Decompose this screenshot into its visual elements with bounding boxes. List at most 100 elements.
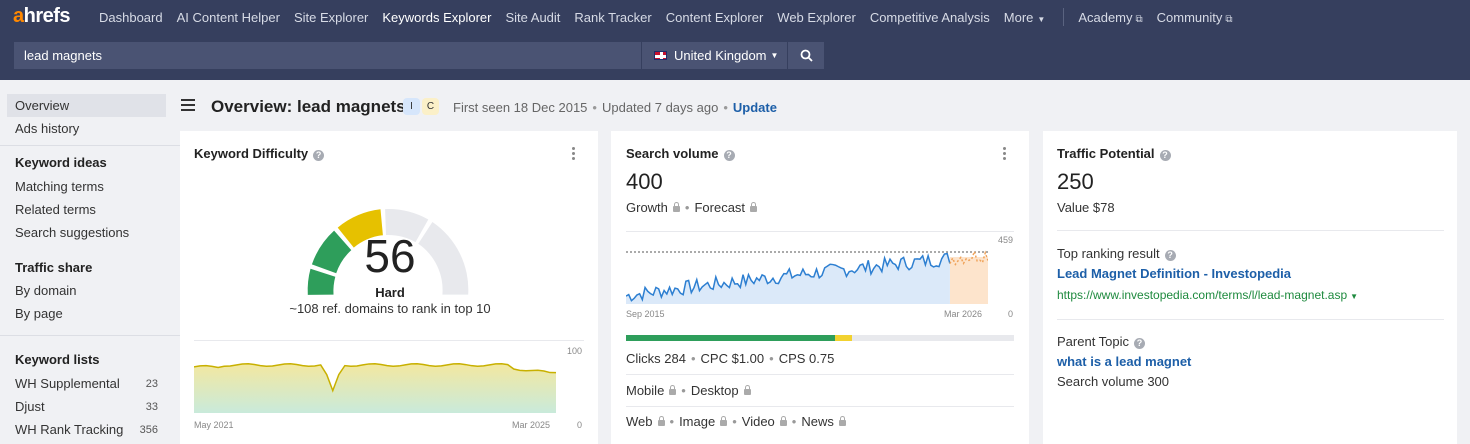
- sidebar-item-list-wh-supplemental[interactable]: WH Supplemental 23: [7, 372, 166, 395]
- divider: [626, 374, 1014, 375]
- nav-academy[interactable]: Academy ⧉: [1078, 10, 1142, 25]
- tp-value: 250: [1057, 169, 1094, 194]
- page-title: Overview: lead magnets: [211, 97, 406, 116]
- sidebar-item-list-djust[interactable]: Djust 33: [7, 395, 166, 418]
- kebab-menu-icon[interactable]: [1003, 147, 1007, 162]
- keyword-search-input[interactable]: [14, 42, 641, 69]
- country-selector[interactable]: United Kingdom ▼: [642, 42, 787, 69]
- search-button[interactable]: [788, 42, 824, 69]
- kd-chart-ymin: 0: [577, 420, 583, 430]
- nav-web-explorer[interactable]: Web Explorer: [777, 10, 856, 25]
- divider: [1057, 230, 1444, 231]
- nav-site-audit[interactable]: Site Audit: [505, 10, 560, 25]
- list-label: WH Rank Tracking: [15, 422, 124, 437]
- list-label: WH Supplemental: [15, 376, 120, 391]
- top-result-url[interactable]: https://www.investopedia.com/terms/l/lea…: [1057, 288, 1347, 302]
- kd-chart-xend: Mar 2025: [512, 420, 551, 430]
- kd-title: Keyword Difficulty?: [194, 146, 325, 161]
- list-count: 33: [145, 400, 158, 413]
- nav-divider: [1063, 8, 1065, 26]
- lock-icon: [743, 385, 751, 395]
- lock-icon: [750, 202, 758, 212]
- lock-icon: [720, 416, 728, 426]
- country-label: United Kingdom: [674, 48, 767, 63]
- intent-badge-commercial: C: [422, 98, 439, 115]
- sv-chart-ymin: 0: [1008, 309, 1014, 319]
- web-label[interactable]: Web: [626, 414, 653, 429]
- clicks-segment: [626, 335, 835, 341]
- nav-community-label: Community: [1156, 9, 1223, 25]
- sidebar-item-list-wh-rank-tracking[interactable]: WH Rank Tracking 356: [7, 418, 166, 441]
- kebab-menu-icon[interactable]: [572, 147, 576, 162]
- sidebar-item-ads-history[interactable]: Ads history: [7, 117, 166, 140]
- sidebar-heading-traffic-share: Traffic share: [15, 260, 93, 275]
- menu-icon[interactable]: [181, 99, 195, 114]
- sv-chart-xstart: Sep 2015: [626, 309, 665, 319]
- tp-value-usd: Value $78: [1057, 200, 1115, 215]
- news-label[interactable]: News: [801, 414, 834, 429]
- nav-site-explorer[interactable]: Site Explorer: [294, 10, 368, 25]
- help-icon[interactable]: ?: [1134, 338, 1146, 349]
- nav-community[interactable]: Community ⧉: [1157, 10, 1233, 25]
- top-result-label-text: Top ranking result: [1057, 246, 1160, 261]
- sv-click-metrics: Clicks 284 • CPC $1.00 • CPS 0.75: [626, 351, 835, 366]
- parent-topic-link[interactable]: what is a lead magnet: [1057, 354, 1191, 369]
- cps: CPS 0.75: [778, 351, 835, 366]
- sidebar-item-by-page[interactable]: By page: [7, 302, 166, 325]
- kd-title-text: Keyword Difficulty: [194, 146, 309, 161]
- update-link[interactable]: Update: [733, 100, 777, 115]
- sidebar-item-overview[interactable]: Overview: [7, 94, 166, 117]
- nav-keywords-explorer[interactable]: Keywords Explorer: [382, 10, 491, 25]
- sidebar-item-by-domain[interactable]: By domain: [7, 279, 166, 302]
- top-result-title-link[interactable]: Lead Magnet Definition - Investopedia: [1057, 266, 1291, 281]
- nav-rank-tracker[interactable]: Rank Tracker: [574, 10, 651, 25]
- nav-ai-content-helper[interactable]: AI Content Helper: [177, 10, 280, 25]
- sidebar-item-related-terms[interactable]: Related terms: [7, 198, 166, 221]
- sv-title-text: Search volume: [626, 146, 719, 161]
- nav-more[interactable]: More ▼: [1004, 10, 1046, 25]
- desktop-label[interactable]: Desktop: [691, 383, 739, 398]
- video-label[interactable]: Video: [742, 414, 775, 429]
- traffic-potential-card: Traffic Potential? 250 Value $78 Top ran…: [1043, 131, 1457, 444]
- divider: [626, 406, 1014, 407]
- forecast-label[interactable]: Forecast: [694, 200, 745, 215]
- cpc: CPC $1.00: [700, 351, 765, 366]
- sv-area: [626, 253, 950, 304]
- lock-icon: [657, 416, 665, 426]
- tp-title-text: Traffic Potential: [1057, 146, 1155, 161]
- list-count: 356: [139, 423, 158, 436]
- sidebar-item-search-suggestions[interactable]: Search suggestions: [7, 221, 166, 244]
- list-count: 23: [145, 377, 158, 390]
- help-icon[interactable]: ?: [723, 150, 735, 161]
- kd-score: 56: [364, 230, 416, 282]
- top-result-label: Top ranking result?: [1057, 246, 1176, 261]
- kd-level: Hard: [375, 285, 405, 300]
- sidebar-divider: [0, 335, 180, 336]
- nav-content-explorer[interactable]: Content Explorer: [666, 10, 764, 25]
- clicks: Clicks 284: [626, 351, 686, 366]
- parent-topic-label-text: Parent Topic: [1057, 334, 1130, 349]
- help-icon[interactable]: ?: [1159, 150, 1171, 161]
- list-label: Djust: [15, 399, 45, 414]
- sv-chart-ymax: 459: [998, 235, 1014, 245]
- nav-dashboard[interactable]: Dashboard: [99, 10, 163, 25]
- nav-competitive-analysis[interactable]: Competitive Analysis: [870, 10, 990, 25]
- kd-chart-ymax: 100: [567, 346, 583, 356]
- mobile-label[interactable]: Mobile: [626, 383, 664, 398]
- help-icon[interactable]: ?: [313, 150, 325, 161]
- kd-chart-xstart: May 2021: [194, 420, 234, 430]
- sidebar-heading-keyword-lists: Keyword lists: [15, 352, 100, 367]
- sidebar-item-matching-terms[interactable]: Matching terms: [7, 175, 166, 198]
- image-label[interactable]: Image: [679, 414, 715, 429]
- keyword-difficulty-card: Keyword Difficulty? 56 Hard ~108 ref. do…: [180, 131, 598, 444]
- top-result-url-row: https://www.investopedia.com/terms/l/lea…: [1057, 288, 1358, 302]
- sv-chart-top-line: [626, 231, 1014, 232]
- sidebar-heading-keyword-ideas: Keyword ideas: [15, 155, 107, 170]
- ahrefs-logo[interactable]: ahrefs: [13, 5, 71, 28]
- growth-label[interactable]: Growth: [626, 200, 668, 215]
- help-icon[interactable]: ?: [1164, 250, 1176, 261]
- divider: [1057, 319, 1444, 320]
- chevron-down-icon[interactable]: ▼: [1350, 292, 1358, 301]
- chevron-down-icon: ▼: [770, 51, 779, 60]
- top-nav: ahrefs Dashboard AI Content Helper Site …: [0, 0, 1470, 34]
